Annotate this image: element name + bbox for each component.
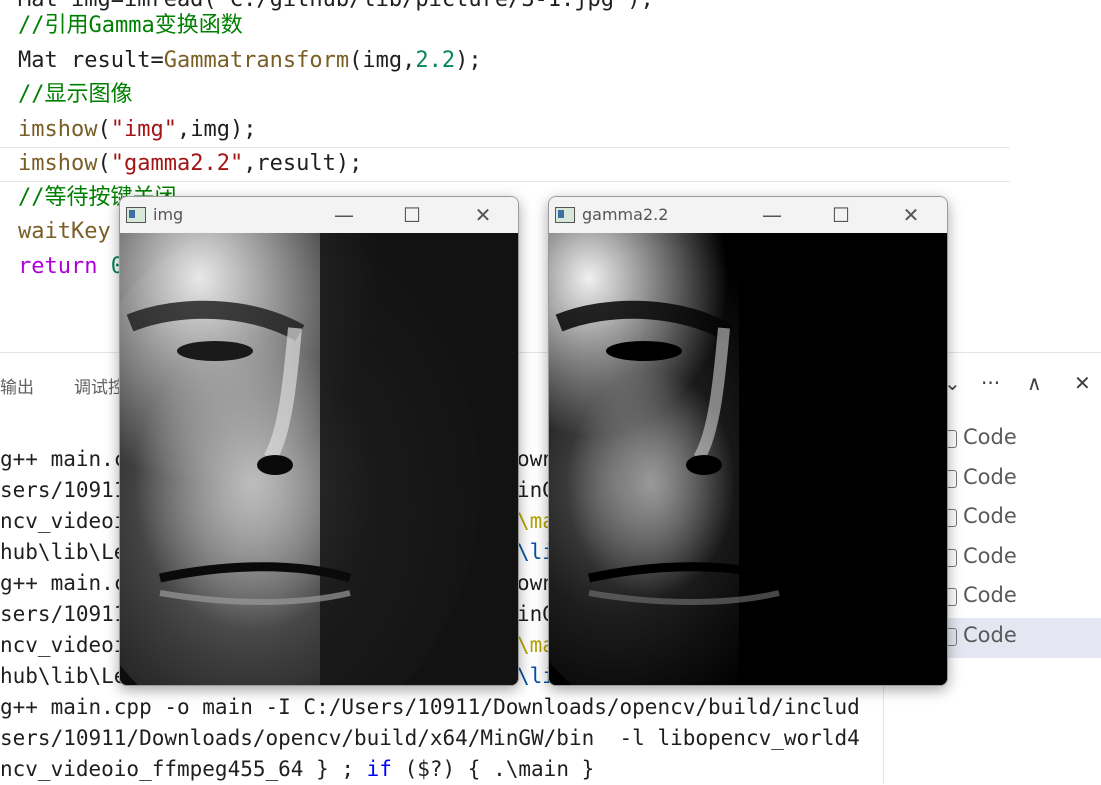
terminal-text: hub\lib\Le	[0, 664, 127, 688]
app-icon	[555, 207, 575, 223]
code-line-waitkey: waitKey	[18, 219, 111, 244]
terminal-label: Code	[963, 425, 1017, 449]
app-icon	[126, 207, 146, 223]
code-line-imshow-gamma: imshow("gamma2.2",result);	[18, 151, 363, 176]
face-photo	[120, 233, 518, 685]
terminal-label: Code	[963, 543, 1017, 568]
terminal-line: hub\lib\Le \lib	[0, 661, 568, 692]
minimize-button[interactable]: —	[324, 201, 364, 229]
terminal-text: ncv_videoi	[0, 509, 127, 533]
terminal-label: Code	[963, 464, 1017, 489]
code-line-return: return 0	[18, 250, 124, 284]
close-panel-icon[interactable]: ✕	[1074, 371, 1091, 395]
tab-output[interactable]: 输出	[0, 373, 34, 398]
terminal-text: g++ main.c	[0, 447, 127, 471]
maximize-button[interactable]: ☐	[392, 201, 432, 229]
terminal-line: g++ main.c ownl	[0, 444, 568, 475]
code-line-imshow-img: imshow("img",img);	[18, 117, 257, 142]
image-window-img[interactable]: img — ☐ ✕	[119, 196, 519, 686]
terminal-text: ncv_videoi	[0, 633, 127, 657]
code-comment-gamma: //引用Gamma变换函数	[18, 13, 243, 38]
image-display-gamma	[549, 233, 947, 685]
window-titlebar[interactable]: gamma2.2 — ☐ ✕	[549, 197, 947, 233]
window-title: img	[153, 205, 184, 224]
terminal-list-item[interactable]: Code	[940, 578, 1101, 618]
terminal-label: Code	[963, 504, 1017, 529]
window-title: gamma2.2	[582, 205, 669, 224]
terminal-keyword: if	[366, 757, 392, 781]
terminal-line: sers/10911 inGW	[0, 475, 568, 506]
terminal-line: g++ main.cpp -o main -I C:/Users/10911/D…	[0, 695, 860, 719]
terminal-list: Code Code Code Code Code Code	[940, 420, 1101, 658]
code-line-result: Mat result=Gammatransform(img,2.2);	[18, 44, 482, 78]
terminal-list-item[interactable]: Code	[940, 460, 1101, 500]
terminal-line: sers/10911/Downloads/opencv/build/x64/Mi…	[0, 726, 860, 750]
maximize-panel-icon[interactable]: ∧	[1027, 371, 1042, 395]
terminal-list-item[interactable]: Code	[940, 539, 1101, 579]
code-text: Mat result=	[18, 48, 164, 73]
close-button[interactable]: ✕	[463, 201, 503, 229]
terminal-label: Code	[963, 622, 1017, 647]
terminal-text: hub\lib\Le	[0, 540, 127, 564]
terminal-line: ncv_videoi \mai	[0, 630, 568, 661]
terminal-list-item[interactable]: Code	[940, 499, 1101, 539]
terminal-text: g++ main.c	[0, 571, 127, 595]
code-number: 2.2	[415, 48, 456, 73]
terminal-line: sers/10911 inGW	[0, 599, 568, 630]
code-keyword: return	[18, 254, 98, 279]
code-function: Gammatransform	[163, 48, 350, 73]
terminal-list-item-active[interactable]: Code	[940, 617, 1101, 658]
image-window-gamma[interactable]: gamma2.2 — ☐ ✕	[548, 196, 948, 686]
minimize-button[interactable]: —	[752, 201, 792, 229]
code-text: ,img);	[176, 117, 257, 142]
code-string: "img"	[110, 117, 177, 142]
code-text: ,result);	[243, 151, 363, 176]
code-function: imshow	[18, 151, 98, 176]
code-text: (img,	[349, 48, 416, 73]
face-photo-gamma	[549, 233, 947, 685]
close-button[interactable]: ✕	[891, 201, 931, 229]
terminal-line: ncv_videoio_ffmpeg455_64 } ; if ($?) { .…	[0, 754, 594, 785]
terminal-text: sers/10911	[0, 478, 127, 502]
terminal-text: sers/10911	[0, 602, 127, 626]
maximize-button[interactable]: ☐	[821, 201, 861, 229]
image-display-original	[120, 233, 518, 685]
terminal-text: ncv_videoio_ffmpeg455_64 } ;	[0, 757, 367, 781]
tab-debug-console[interactable]: 调试控	[74, 373, 125, 398]
more-actions-icon[interactable]: ···	[981, 371, 1000, 395]
terminal-text: ($?) { .\main }	[391, 757, 595, 781]
terminal-label: Code	[963, 583, 1017, 608]
code-string: "gamma2.2"	[110, 151, 244, 176]
terminal-line: hub\lib\Le \lib	[0, 537, 568, 568]
code-text: );	[455, 48, 482, 73]
code-comment-display: //显示图像	[18, 82, 133, 107]
terminal-line: ncv_videoi \mai	[0, 506, 568, 537]
window-titlebar[interactable]: img — ☐ ✕	[120, 197, 518, 233]
terminal-line: g++ main.c ownl	[0, 568, 568, 599]
code-function: imshow	[18, 117, 98, 142]
terminal-list-item[interactable]: Code	[940, 420, 1101, 460]
